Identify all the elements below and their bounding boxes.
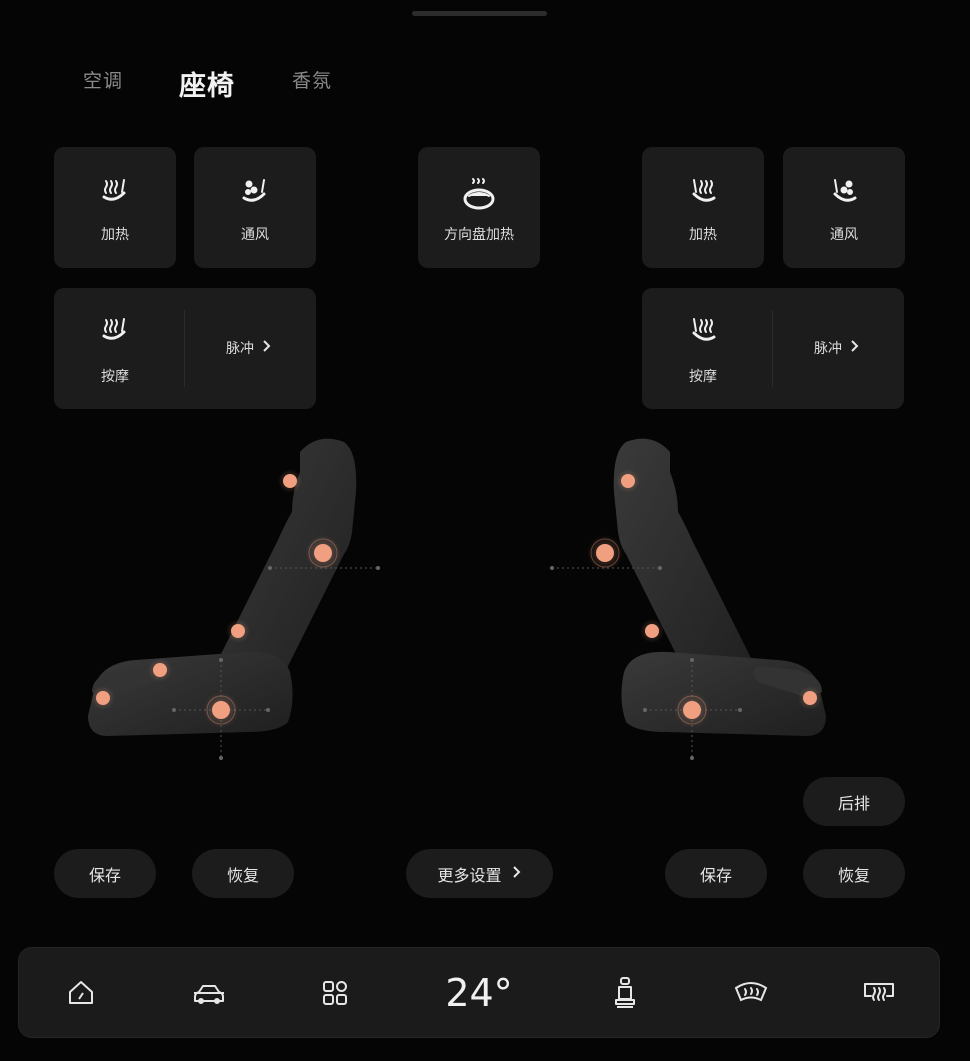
- car-icon[interactable]: [187, 948, 231, 1037]
- chevron-right-icon: [512, 864, 522, 883]
- rear-seats-label: 后排: [837, 793, 870, 813]
- right-restore-label: 恢复: [837, 865, 870, 885]
- right-vent-label: 通风: [830, 227, 858, 243]
- seat-massage-icon: [54, 316, 176, 346]
- right-save-button[interactable]: 保存: [665, 849, 767, 898]
- left-backrest-angle-node[interactable]: [305, 535, 341, 571]
- right-massage-mode-button[interactable]: 脉冲: [814, 338, 860, 358]
- left-seat-position-node[interactable]: [203, 692, 239, 728]
- right-massage-label: 按摩: [689, 369, 717, 385]
- left-heat-button[interactable]: 加热: [54, 147, 176, 268]
- seat-heat-icon: [642, 177, 764, 207]
- right-seat-position-node[interactable]: [674, 692, 710, 728]
- front-defrost-icon[interactable]: [729, 948, 773, 1037]
- right-massage-mode-label: 脉冲: [814, 341, 842, 357]
- rear-defrost-icon[interactable]: [857, 948, 901, 1037]
- left-restore-button[interactable]: 恢复: [192, 849, 294, 898]
- home-icon[interactable]: [59, 948, 103, 1037]
- left-vent-label: 通风: [241, 227, 269, 243]
- left-massage-label: 按摩: [101, 369, 129, 385]
- right-leg-rest-node[interactable]: [798, 686, 822, 710]
- right-restore-button[interactable]: 恢复: [803, 849, 905, 898]
- temperature-display[interactable]: 24°: [429, 948, 529, 1037]
- tab-fragrance[interactable]: 香氛: [292, 66, 332, 93]
- left-save-button[interactable]: 保存: [54, 849, 156, 898]
- right-lumbar-node[interactable]: [640, 619, 664, 643]
- seat-heat-icon: [54, 177, 176, 207]
- apps-grid-icon[interactable]: [313, 948, 357, 1037]
- left-heat-label: 加热: [101, 227, 129, 243]
- seat-vent-icon: [783, 177, 905, 207]
- bottom-dock: 24°: [18, 947, 940, 1038]
- left-headrest-node[interactable]: [278, 469, 302, 493]
- left-lumbar-node[interactable]: [226, 619, 250, 643]
- tab-seat[interactable]: 座椅: [179, 64, 235, 103]
- tab-climate[interactable]: 空调: [83, 66, 123, 93]
- right-heat-button[interactable]: 加热: [642, 147, 764, 268]
- seat-vent-icon: [194, 177, 316, 207]
- seat-massage-icon: [642, 316, 764, 346]
- right-heat-label: 加热: [689, 227, 717, 243]
- left-save-label: 保存: [88, 865, 121, 885]
- left-restore-label: 恢复: [226, 865, 259, 885]
- divider: [184, 310, 185, 387]
- right-massage-panel[interactable]: 按摩 脉冲: [642, 288, 904, 409]
- more-settings-button[interactable]: 更多设置: [406, 849, 553, 898]
- drag-handle[interactable]: [412, 11, 547, 16]
- more-settings-label: 更多设置: [437, 865, 502, 885]
- left-cushion-tilt-node[interactable]: [148, 658, 172, 682]
- left-vent-button[interactable]: 通风: [194, 147, 316, 268]
- steering-wheel-heat-label: 方向盘加热: [444, 227, 514, 243]
- steering-wheel-heat-button[interactable]: 方向盘加热: [418, 147, 540, 268]
- right-headrest-node[interactable]: [616, 469, 640, 493]
- seat-adjustment-diagram: [88, 438, 826, 760]
- left-massage-mode-button[interactable]: 脉冲: [226, 338, 272, 358]
- seat-icon[interactable]: [603, 948, 647, 1037]
- left-leg-rest-node[interactable]: [91, 686, 115, 710]
- left-massage-panel[interactable]: 按摩 脉冲: [54, 288, 316, 409]
- rear-seats-button[interactable]: 后排: [803, 777, 905, 826]
- right-vent-button[interactable]: 通风: [783, 147, 905, 268]
- right-save-label: 保存: [699, 865, 732, 885]
- left-massage-mode-label: 脉冲: [226, 341, 254, 357]
- chevron-right-icon: [850, 339, 860, 357]
- chevron-right-icon: [262, 339, 272, 357]
- steering-wheel-heat-icon: [418, 177, 540, 210]
- right-backrest-angle-node[interactable]: [587, 535, 623, 571]
- divider: [772, 310, 773, 387]
